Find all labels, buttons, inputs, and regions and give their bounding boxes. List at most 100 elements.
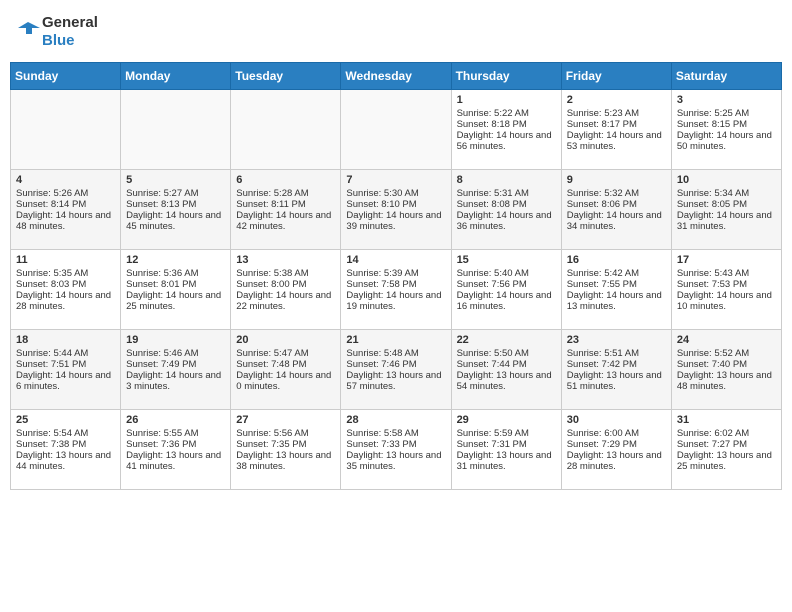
day-info: Sunrise: 5:35 AM: [16, 268, 115, 279]
day-number: 8: [457, 174, 556, 186]
day-info: Daylight: 14 hours and 13 minutes.: [567, 290, 666, 312]
day-info: Sunset: 8:03 PM: [16, 279, 115, 290]
day-info: Sunrise: 5:27 AM: [126, 188, 225, 199]
day-info: Sunset: 7:42 PM: [567, 359, 666, 370]
day-number: 21: [346, 334, 445, 346]
day-info: Daylight: 13 hours and 44 minutes.: [16, 450, 115, 472]
day-info: Sunset: 8:01 PM: [126, 279, 225, 290]
day-number: 22: [457, 334, 556, 346]
day-info: Sunset: 7:44 PM: [457, 359, 556, 370]
day-info: Daylight: 13 hours and 41 minutes.: [126, 450, 225, 472]
weekday-header-tuesday: Tuesday: [231, 63, 341, 90]
logo-wordmark: General Blue: [18, 14, 98, 50]
day-info: Sunset: 7:53 PM: [677, 279, 776, 290]
calendar-cell: [121, 90, 231, 170]
logo-general: General: [42, 14, 98, 32]
logo-blue: Blue: [42, 32, 98, 50]
day-info: Sunset: 7:29 PM: [567, 439, 666, 450]
weekday-header-thursday: Thursday: [451, 63, 561, 90]
day-info: Sunrise: 5:54 AM: [16, 428, 115, 439]
day-info: Daylight: 14 hours and 16 minutes.: [457, 290, 556, 312]
day-info: Sunrise: 5:52 AM: [677, 348, 776, 359]
day-info: Sunset: 8:10 PM: [346, 199, 445, 210]
day-info: Daylight: 13 hours and 48 minutes.: [677, 370, 776, 392]
day-info: Daylight: 14 hours and 25 minutes.: [126, 290, 225, 312]
day-number: 10: [677, 174, 776, 186]
day-number: 14: [346, 254, 445, 266]
day-info: Sunrise: 5:38 AM: [236, 268, 335, 279]
day-info: Sunrise: 5:39 AM: [346, 268, 445, 279]
calendar-cell: 16Sunrise: 5:42 AMSunset: 7:55 PMDayligh…: [561, 250, 671, 330]
day-info: Sunset: 8:11 PM: [236, 199, 335, 210]
calendar-cell: 8Sunrise: 5:31 AMSunset: 8:08 PMDaylight…: [451, 170, 561, 250]
page-header: General Blue: [10, 10, 782, 54]
weekday-header-wednesday: Wednesday: [341, 63, 451, 90]
day-info: Daylight: 14 hours and 34 minutes.: [567, 210, 666, 232]
calendar-table: SundayMondayTuesdayWednesdayThursdayFrid…: [10, 62, 782, 490]
calendar-cell: 12Sunrise: 5:36 AMSunset: 8:01 PMDayligh…: [121, 250, 231, 330]
day-number: 25: [16, 414, 115, 426]
weekday-header-sunday: Sunday: [11, 63, 121, 90]
day-number: 6: [236, 174, 335, 186]
week-row-2: 4Sunrise: 5:26 AMSunset: 8:14 PMDaylight…: [11, 170, 782, 250]
calendar-cell: 23 Sunrise: 5:51 AMSunset: 7:42 PMDayligh…: [561, 330, 671, 410]
day-number: 7: [346, 174, 445, 186]
day-info: Daylight: 14 hours and 6 minutes.: [16, 370, 115, 392]
day-info: Sunset: 7:48 PM: [236, 359, 335, 370]
day-number: 1: [457, 94, 556, 106]
calendar-cell: 31Sunrise: 6:02 AMSunset: 7:27 PMDayligh…: [671, 410, 781, 490]
day-info: Daylight: 13 hours and 28 minutes.: [567, 450, 666, 472]
day-number: 16: [567, 254, 666, 266]
day-info: Sunset: 8:00 PM: [236, 279, 335, 290]
day-info: Sunset: 8:05 PM: [677, 199, 776, 210]
day-info: Sunset: 7:33 PM: [346, 439, 445, 450]
day-info: Sunset: 8:18 PM: [457, 119, 556, 130]
calendar-cell: 1Sunrise: 5:22 AMSunset: 8:18 PMDaylight…: [451, 90, 561, 170]
day-info: Daylight: 13 hours and 35 minutes.: [346, 450, 445, 472]
calendar-cell: 7Sunrise: 5:30 AMSunset: 8:10 PMDaylight…: [341, 170, 451, 250]
day-info: Daylight: 13 hours and 51 minutes.: [567, 370, 666, 392]
day-info: Sunrise: 5:56 AM: [236, 428, 335, 439]
day-info: Daylight: 13 hours and 31 minutes.: [457, 450, 556, 472]
day-info: Sunrise: 5:48 AM: [346, 348, 445, 359]
calendar-cell: 6Sunrise: 5:28 AMSunset: 8:11 PMDaylight…: [231, 170, 341, 250]
day-info: Daylight: 14 hours and 22 minutes.: [236, 290, 335, 312]
day-number: 20: [236, 334, 335, 346]
day-number: 26: [126, 414, 225, 426]
day-info: Daylight: 14 hours and 0 minutes.: [236, 370, 335, 392]
day-info: Sunrise: 5:43 AM: [677, 268, 776, 279]
day-number: 31: [677, 414, 776, 426]
day-info: Daylight: 14 hours and 53 minutes.: [567, 130, 666, 152]
day-info: Sunset: 8:17 PM: [567, 119, 666, 130]
day-number: 23: [567, 334, 666, 346]
calendar-cell: 25Sunrise: 5:54 AMSunset: 7:38 PMDayligh…: [11, 410, 121, 490]
day-info: Sunrise: 6:02 AM: [677, 428, 776, 439]
day-number: 11: [16, 254, 115, 266]
day-info: Daylight: 14 hours and 42 minutes.: [236, 210, 335, 232]
day-number: 29: [457, 414, 556, 426]
day-number: 30: [567, 414, 666, 426]
day-info: Sunset: 8:13 PM: [126, 199, 225, 210]
day-number: 12: [126, 254, 225, 266]
calendar-cell: 20Sunrise: 5:47 AMSunset: 7:48 PMDayligh…: [231, 330, 341, 410]
day-number: 2: [567, 94, 666, 106]
day-info: Sunrise: 5:51 AM: [567, 348, 666, 359]
calendar-cell: 30Sunrise: 6:00 AMSunset: 7:29 PMDayligh…: [561, 410, 671, 490]
day-info: Daylight: 13 hours and 25 minutes.: [677, 450, 776, 472]
day-info: Sunrise: 5:31 AM: [457, 188, 556, 199]
day-info: Sunrise: 5:58 AM: [346, 428, 445, 439]
day-info: Sunrise: 5:25 AM: [677, 108, 776, 119]
day-info: Sunrise: 5:44 AM: [16, 348, 115, 359]
calendar-cell: 21Sunrise: 5:48 AMSunset: 7:46 PMDayligh…: [341, 330, 451, 410]
day-info: Sunrise: 5:22 AM: [457, 108, 556, 119]
day-number: 27: [236, 414, 335, 426]
day-info: Sunrise: 5:50 AM: [457, 348, 556, 359]
calendar-cell: 26Sunrise: 5:55 AMSunset: 7:36 PMDayligh…: [121, 410, 231, 490]
day-info: Sunrise: 5:30 AM: [346, 188, 445, 199]
logo-bird-icon: [18, 18, 40, 46]
day-number: 4: [16, 174, 115, 186]
calendar-cell: 13Sunrise: 5:38 AMSunset: 8:00 PMDayligh…: [231, 250, 341, 330]
calendar-cell: 4Sunrise: 5:26 AMSunset: 8:14 PMDaylight…: [11, 170, 121, 250]
day-info: Daylight: 13 hours and 38 minutes.: [236, 450, 335, 472]
day-info: Sunset: 7:35 PM: [236, 439, 335, 450]
